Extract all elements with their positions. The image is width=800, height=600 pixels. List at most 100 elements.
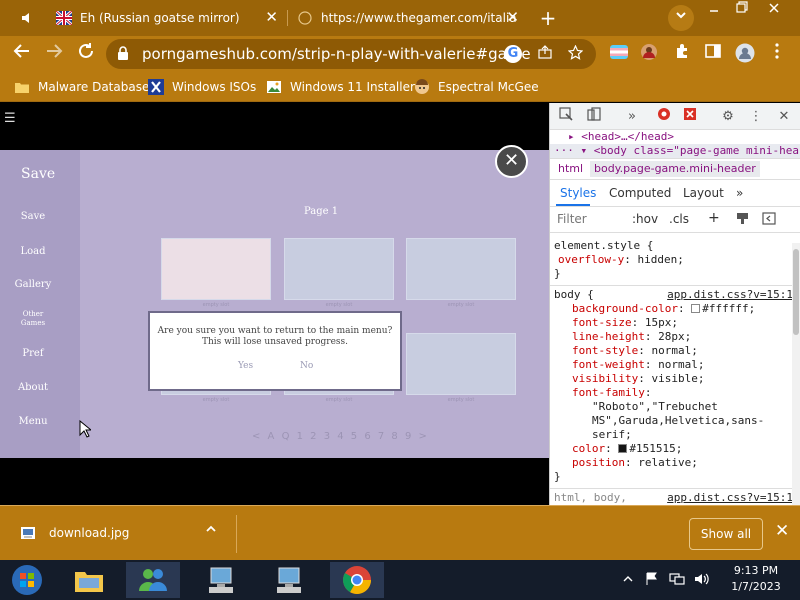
kebab-menu-icon[interactable] xyxy=(766,43,788,65)
chevron-up-icon[interactable] xyxy=(205,523,217,538)
error-count-icon[interactable] xyxy=(654,107,674,127)
tab-strip: Eh (Russian goatse mirror) ✕ https://www… xyxy=(0,0,800,36)
restore-button[interactable] xyxy=(728,0,756,20)
start-button[interactable] xyxy=(0,562,54,598)
issues-icon[interactable] xyxy=(680,107,700,127)
toggle-sidebar-icon[interactable] xyxy=(762,212,776,228)
css-declaration[interactable]: color: #151515; xyxy=(550,442,800,456)
tab-computed[interactable]: Computed xyxy=(609,186,671,200)
save-slot-2[interactable]: empty slot xyxy=(284,238,394,308)
extension-avatar-icon[interactable] xyxy=(638,43,660,65)
action-center-flag-icon[interactable] xyxy=(645,572,659,590)
device-toolbar-icon[interactable] xyxy=(584,107,604,127)
audio-icon[interactable] xyxy=(20,4,40,32)
hov-toggle[interactable]: :hov xyxy=(632,212,658,226)
new-tab-button[interactable]: + xyxy=(535,5,561,31)
css-declaration[interactable]: font-size: 15px; xyxy=(550,316,800,330)
tab-close-icon[interactable]: ✕ xyxy=(506,9,519,25)
css-declaration[interactable]: visibility: visible; xyxy=(550,372,800,386)
dom-node-head[interactable]: ▸ <head>…</head> xyxy=(550,130,800,144)
cls-toggle[interactable]: .cls xyxy=(669,212,689,226)
taskbar-computer-1[interactable] xyxy=(194,562,248,598)
minimize-button[interactable] xyxy=(700,0,728,20)
extension-flag-icon[interactable] xyxy=(608,43,630,65)
game-close-button[interactable]: ✕ xyxy=(495,145,528,178)
more-tabs-icon[interactable]: » xyxy=(622,107,642,127)
tab-styles[interactable]: Styles xyxy=(560,186,596,200)
devtools-kebab-icon[interactable]: ⋮ xyxy=(746,107,766,127)
css-declaration[interactable]: font-weight: normal; xyxy=(550,358,800,372)
menu-main-menu[interactable]: Menu xyxy=(0,416,66,427)
menu-other-games[interactable]: Other Games xyxy=(0,310,66,328)
devtools-close-icon[interactable]: ✕ xyxy=(774,107,794,127)
show-all-button[interactable]: Show all xyxy=(689,518,763,550)
back-button[interactable] xyxy=(10,42,34,66)
paint-icon[interactable] xyxy=(736,212,749,228)
save-slot-1[interactable]: empty slot xyxy=(161,238,271,308)
css-declaration[interactable]: line-height: 28px; xyxy=(550,330,800,344)
styles-scrollbar[interactable] xyxy=(792,243,800,505)
dialog-yes-button[interactable]: Yes xyxy=(238,361,253,371)
taskbar-messenger[interactable] xyxy=(126,562,180,598)
css-declaration[interactable]: background-color: #ffffff; xyxy=(550,302,800,316)
save-slot-3[interactable]: empty slot xyxy=(406,238,516,308)
reload-button[interactable] xyxy=(74,42,98,66)
taskbar-computer-2[interactable] xyxy=(262,562,316,598)
save-slot-6[interactable]: empty slot xyxy=(406,333,516,403)
extensions-puzzle-icon[interactable] xyxy=(672,43,694,65)
share-icon[interactable] xyxy=(536,45,554,63)
hamburger-menu-icon[interactable]: ☰ xyxy=(4,111,16,126)
taskbar-chrome[interactable] xyxy=(330,562,384,598)
volume-icon[interactable] xyxy=(694,572,710,590)
side-panel-icon[interactable] xyxy=(702,43,724,65)
bookmark-malware-database[interactable]: Malware Database xyxy=(14,77,149,97)
forward-button[interactable] xyxy=(42,42,66,66)
menu-about[interactable]: About xyxy=(0,382,66,393)
css-declaration[interactable]: overflow-y: hidden; xyxy=(550,253,800,267)
tab-thegamer[interactable]: https://www.thegamer.com/italia ✕ xyxy=(297,4,525,32)
inspect-element-icon[interactable] xyxy=(556,107,576,127)
window-close-button[interactable] xyxy=(760,0,788,20)
tab-russian-mirror[interactable]: Eh (Russian goatse mirror) ✕ xyxy=(56,4,284,32)
dom-node-body[interactable]: ··· ▾ <body class="page-game mini-hea xyxy=(550,144,800,158)
tab-close-icon[interactable]: ✕ xyxy=(265,9,278,25)
google-lens-icon[interactable]: G xyxy=(504,45,522,63)
taskbar-file-explorer[interactable] xyxy=(62,562,116,598)
tab-search-button[interactable] xyxy=(668,5,694,31)
omnibox[interactable]: porngameshub.com/strip-n-play-with-valer… xyxy=(106,39,596,69)
tray-expand-icon[interactable] xyxy=(623,572,633,587)
menu-pref[interactable]: Pref xyxy=(0,348,66,359)
download-filename[interactable]: download.jpg xyxy=(49,526,129,540)
dialog-no-button[interactable]: No xyxy=(300,361,313,371)
profile-avatar-icon[interactable] xyxy=(734,43,756,65)
network-icon[interactable] xyxy=(669,572,685,590)
menu-save[interactable]: Save xyxy=(0,211,66,222)
bookmark-star-icon[interactable] xyxy=(566,44,584,63)
crumb-html[interactable]: html xyxy=(554,161,587,177)
tab-more[interactable]: » xyxy=(736,186,743,200)
crumb-body[interactable]: body.page-game.mini-header xyxy=(590,161,760,177)
tab-layout[interactable]: Layout xyxy=(683,186,724,200)
bookmark-espectral-mcgee[interactable]: Espectral McGee xyxy=(414,77,539,97)
color-swatch[interactable] xyxy=(691,304,701,313)
menu-gallery[interactable]: Gallery xyxy=(0,279,66,290)
bookmark-windows-11-installer[interactable]: Windows 11 Installer xyxy=(266,77,415,97)
bookmark-windows-isos[interactable]: Windows ISOs xyxy=(148,77,256,97)
menu-load[interactable]: Load xyxy=(0,246,66,257)
download-bar-close-icon[interactable]: ✕ xyxy=(775,521,789,541)
css-source-link[interactable]: app.dist.css?v=15:1 xyxy=(667,288,793,302)
color-swatch[interactable] xyxy=(618,444,628,453)
settings-gear-icon[interactable]: ⚙ xyxy=(718,107,738,127)
css-declaration[interactable]: font-family: xyxy=(550,386,800,400)
css-declaration[interactable]: font-style: normal; xyxy=(550,344,800,358)
bookmark-label: Espectral McGee xyxy=(438,80,539,94)
css-declaration[interactable]: position: relative; xyxy=(550,456,800,470)
new-rule-icon[interactable]: + xyxy=(708,210,720,226)
page-navigation[interactable]: < A Q 1 2 3 4 5 6 7 8 9 > xyxy=(252,431,429,442)
game-canvas[interactable]: Save Save Load Gallery Other Games Pref … xyxy=(0,145,549,458)
forward-arrow-icon xyxy=(47,44,63,58)
styles-filter-input[interactable]: Filter xyxy=(557,212,587,226)
scrollbar-thumb[interactable] xyxy=(793,249,799,335)
system-clock[interactable]: 9:13 PM 1/7/2023 xyxy=(725,563,787,595)
css-source-link[interactable]: app.dist.css?v=15:1 xyxy=(667,491,793,505)
